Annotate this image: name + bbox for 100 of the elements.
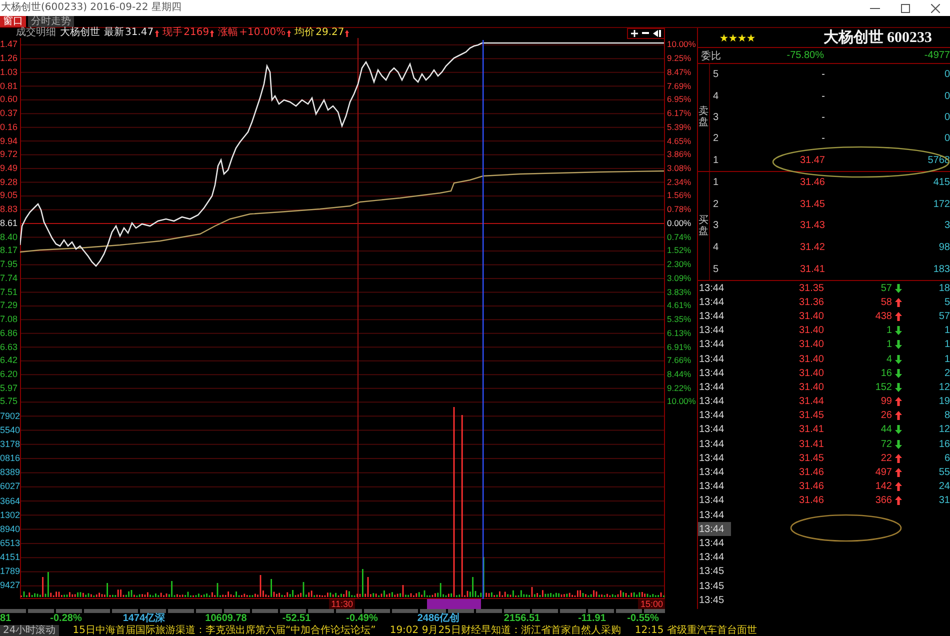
percent-axis-label: 2.34% — [667, 176, 692, 189]
trade-time: 13:44 — [698, 551, 726, 565]
panel-title: 成交明细 — [16, 28, 56, 38]
trade-price: 31.40 — [798, 382, 824, 393]
trade-time: 13:44 — [698, 409, 726, 423]
trade-volume: 72 — [880, 438, 892, 450]
quote-label: 均价 — [294, 28, 315, 38]
percent-axis-label: 2.30% — [667, 258, 692, 272]
trade-volume: 1 — [885, 339, 892, 350]
ask-side-label: 卖盘 — [698, 106, 708, 128]
bid-volume: 415 — [932, 177, 950, 188]
trade-count: 2 — [943, 368, 950, 379]
trade-price: 31.40 — [798, 354, 824, 365]
percent-axis-label: 6.13% — [667, 326, 692, 340]
price-axis-label: 0.60 — [0, 93, 19, 106]
ask-price: - — [820, 90, 825, 102]
ask-price: - — [820, 112, 825, 123]
price-axis-label: 8.61 — [0, 216, 19, 230]
up-arrow-icon — [286, 30, 291, 36]
trade-volume: 152 — [874, 382, 892, 393]
view-tab[interactable]: 窗口 — [0, 16, 26, 27]
percent-axis-label: 1.52% — [667, 244, 692, 258]
trade-count: 24 — [938, 481, 950, 492]
trade-count: 8 — [943, 410, 950, 422]
trade-volume: 99 — [880, 396, 892, 408]
ask-price: - — [820, 133, 825, 144]
trade-price: 31.36 — [798, 296, 824, 308]
trade-volume: 1 — [885, 325, 892, 336]
level-number: 5 — [712, 69, 720, 80]
percent-axis-label: 10.00% — [667, 38, 697, 52]
trade-volume: 57 — [880, 282, 892, 294]
percent-axis-label: 8.47% — [667, 66, 692, 79]
percent-axis-label: 0.74% — [667, 230, 692, 244]
up-arrow-icon — [154, 30, 159, 36]
trade-count: 19 — [938, 396, 950, 408]
percent-axis-label: 9.22% — [667, 382, 692, 395]
quote-value: 2169 — [184, 28, 210, 38]
trade-time: 13:44 — [698, 438, 726, 452]
price-axis-label: 5.75 — [0, 395, 19, 408]
trade-price: 31.46 — [798, 495, 824, 506]
volume-axis-label: 1789 — [0, 565, 20, 578]
window-title: 大杨创世(600233) 2016-09-22 星期四 — [0, 2, 182, 14]
zoom-in-icon[interactable] — [631, 30, 638, 36]
price-axis-label: 6.20 — [0, 368, 19, 381]
view-tab[interactable]: 分时走势 — [28, 16, 74, 27]
percent-axis-label: 6.17% — [667, 107, 692, 120]
close-icon — [930, 4, 940, 12]
percent-axis-label: 6.91% — [667, 340, 692, 354]
percent-axis-label: 9.25% — [667, 52, 692, 66]
index-value: -0.55% — [626, 613, 660, 625]
price-axis-label: 9.49 — [0, 162, 19, 175]
price-axis-label: 6.86 — [0, 326, 19, 340]
trade-volume: 16 — [880, 368, 892, 379]
percent-axis-label: 7.69% — [667, 80, 692, 93]
level-number: 1 — [712, 177, 720, 188]
price-axis-label: 7.51 — [0, 286, 19, 299]
volume-axis-label: 8940 — [0, 522, 20, 536]
volume-axis-label: 1302 — [0, 508, 20, 522]
price-axis-label: 8.17 — [0, 244, 19, 258]
volume-axis-label: 5540 — [0, 424, 20, 437]
trade-count: 5 — [943, 296, 950, 308]
bid-price: 31.41 — [798, 264, 825, 275]
trade-price: 31.46 — [798, 467, 824, 478]
index-value: -11.91 — [577, 613, 607, 625]
trade-time: 13:45 — [698, 580, 726, 594]
volume-axis-label: 3664 — [0, 494, 20, 508]
level-number: 3 — [712, 112, 720, 123]
price-axis-label: 8.83 — [0, 203, 19, 216]
collapse-icon[interactable] — [653, 30, 661, 36]
trade-time: 13:44 — [698, 338, 726, 352]
trade-count: 1 — [943, 325, 950, 336]
trade-count: 31 — [938, 495, 950, 506]
percent-axis-label: 10.00% — [667, 395, 697, 408]
price-axis-label: 8.40 — [0, 230, 19, 244]
trade-price: 31.41 — [798, 424, 824, 436]
quote-value: 31.47 — [125, 28, 154, 38]
trade-time: 13:45 — [698, 594, 726, 608]
ask-price: - — [820, 69, 825, 80]
index-value: 2156.51 — [502, 613, 542, 625]
percent-axis-label: 7.66% — [667, 354, 692, 368]
percent-axis-label: 5.35% — [667, 313, 692, 326]
trade-volume: 44 — [880, 424, 892, 436]
trade-count: 18 — [938, 282, 950, 294]
trade-count: 55 — [938, 467, 950, 478]
trade-price: 31.40 — [798, 368, 824, 379]
bid-price: 31.46 — [798, 177, 825, 188]
trade-volume: 366 — [874, 495, 892, 506]
price-axis-label: 1.03 — [0, 66, 19, 79]
price-axis-label: 9.28 — [0, 176, 19, 189]
time-axis-label: 11:30 — [329, 599, 355, 609]
trade-time: 13:44 — [698, 452, 726, 466]
volume-axis-label: 0816 — [0, 452, 20, 466]
level-number: 4 — [712, 242, 720, 254]
level-number: 4 — [712, 90, 720, 102]
volume-axis-label: 8389 — [0, 466, 20, 480]
trade-count: 1 — [943, 354, 950, 365]
price-axis-label: 6.63 — [0, 340, 19, 354]
trade-volume: 58 — [880, 296, 892, 308]
trade-price: 31.45 — [798, 410, 824, 422]
percent-axis-label: 4.61% — [667, 299, 692, 312]
